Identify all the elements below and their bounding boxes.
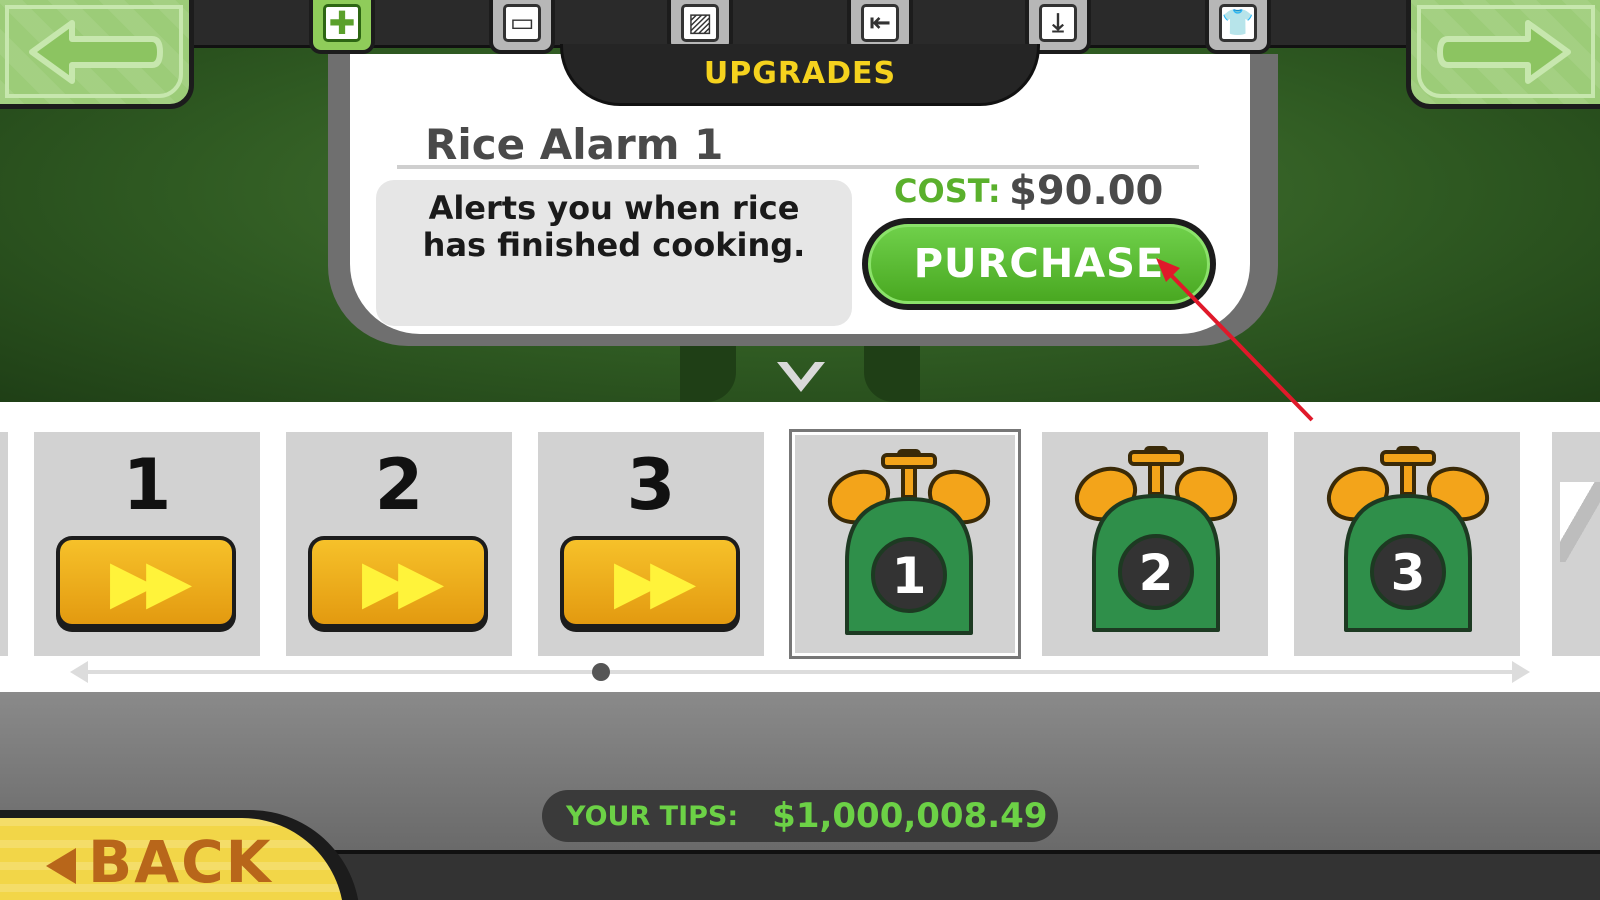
knife-icon <box>1560 482 1600 562</box>
section-header: UPGRADES <box>560 44 1040 106</box>
arrow-left-icon <box>29 19 163 84</box>
scroll-right-arrow-icon[interactable] <box>1512 661 1530 683</box>
tab-tables[interactable]: ▭ <box>489 0 555 54</box>
scrollbar-thumb[interactable] <box>592 663 610 681</box>
alarm-number: 1 <box>892 547 927 605</box>
item-slot-speed-2[interactable]: 2 ▶▶ <box>286 432 512 656</box>
tips-display: YOUR TIPS: $1,000,008.49 <box>542 790 1058 842</box>
download-icon: ⤓ <box>1039 4 1077 42</box>
top-bar <box>0 0 1600 48</box>
partial-slot-left <box>0 432 8 656</box>
item-slot-alarm-3[interactable]: 3 <box>1294 432 1520 656</box>
tips-label: YOUR TIPS: <box>566 800 739 832</box>
plus-icon: ✚ <box>323 4 361 42</box>
tab-clothing[interactable]: 👕 <box>1205 0 1271 54</box>
cost-label: COST: <box>894 172 1001 210</box>
alarm-clock-icon: 3 <box>1326 446 1490 632</box>
exit-door-icon: ⇤ <box>861 4 899 42</box>
item-slot-alarm-2[interactable]: 2 <box>1042 432 1268 656</box>
back-label: BACK <box>88 828 273 896</box>
carousel-scrollbar[interactable] <box>80 670 1520 674</box>
triangle-left-icon <box>46 848 76 884</box>
alarm-clock-icon: 2 <box>1074 446 1238 632</box>
item-slot-speed-3[interactable]: 3 ▶▶ <box>538 432 764 656</box>
slot-number: 2 <box>374 444 424 526</box>
speed-button: ▶▶ <box>560 536 740 632</box>
slot-number: 3 <box>626 444 676 526</box>
item-carousel[interactable]: 1 ▶▶ 2 ▶▶ 3 ▶▶ 1 2 3 <box>0 402 1600 692</box>
tab-first-aid[interactable]: ✚ <box>309 0 375 54</box>
item-slot-speed-1[interactable]: 1 ▶▶ <box>34 432 260 656</box>
next-page-button[interactable] <box>1406 0 1600 109</box>
previous-page-button[interactable] <box>0 0 194 109</box>
speed-button: ▶▶ <box>308 536 488 632</box>
tips-value: $1,000,008.49 <box>772 796 1048 836</box>
chevron-down-icon <box>777 362 825 392</box>
item-description: Alerts you when rice has finished cookin… <box>376 180 852 326</box>
item-slot-alarm-1[interactable]: 1 <box>792 432 1018 656</box>
shirt-icon: 👕 <box>1219 4 1257 42</box>
cost-value: $90.00 <box>1009 168 1164 214</box>
item-title: Rice Alarm 1 <box>425 120 724 169</box>
partial-slot-right[interactable] <box>1552 432 1600 656</box>
alarm-clock-icon: 1 <box>827 449 991 635</box>
fast-forward-icon: ▶▶ <box>60 540 232 624</box>
table-icon: ▭ <box>503 4 541 42</box>
fast-forward-icon: ▶▶ <box>312 540 484 624</box>
picture-icon: ▨ <box>681 4 719 42</box>
fast-forward-icon: ▶▶ <box>564 540 736 624</box>
panel-notch-right <box>864 346 920 402</box>
purchase-button-face: PURCHASE <box>868 224 1210 304</box>
arrow-right-icon <box>1437 19 1571 84</box>
scroll-left-arrow-icon[interactable] <box>70 661 88 683</box>
section-title: UPGRADES <box>703 56 897 91</box>
purchase-label: PURCHASE <box>913 241 1165 287</box>
alarm-number: 2 <box>1139 544 1174 602</box>
slot-number: 1 <box>122 444 172 526</box>
purchase-button[interactable]: PURCHASE <box>862 218 1216 310</box>
speed-button: ▶▶ <box>56 536 236 632</box>
alarm-number: 3 <box>1391 544 1426 602</box>
